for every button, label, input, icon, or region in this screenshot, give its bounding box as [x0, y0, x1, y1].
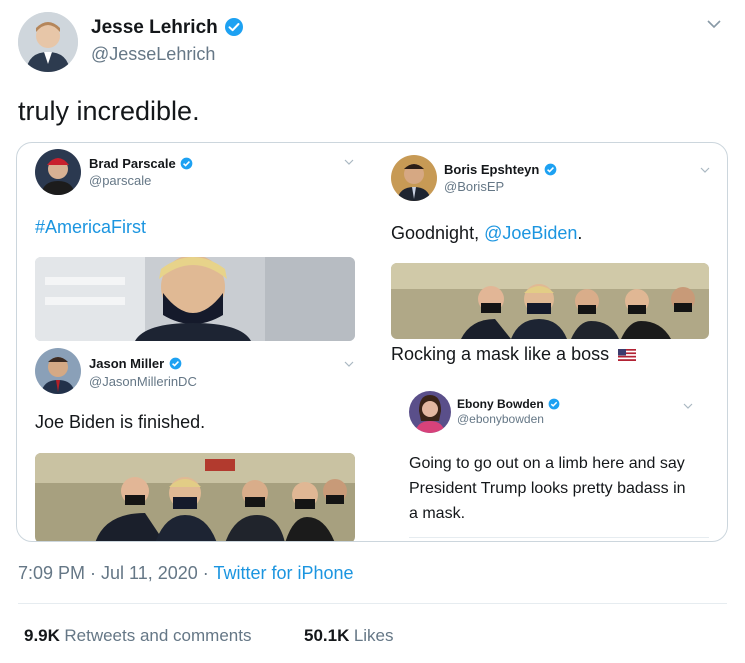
author-name[interactable]: Jesse Lehrich: [91, 17, 218, 38]
sub-name-row-bowden: Ebony Bowden: [457, 395, 560, 413]
sub-handle: @JasonMillerinDC: [89, 374, 197, 389]
likes-label: Likes: [353, 626, 394, 645]
photo-group-masks: [35, 453, 355, 541]
chevron-down-icon: [344, 357, 354, 371]
author-avatar[interactable]: [18, 12, 78, 72]
tweet-text: truly incredible.: [18, 96, 200, 126]
chevron-down-icon: [700, 163, 710, 177]
sub-avatar-miller: [35, 348, 81, 394]
sub-name-row-miller: Jason Miller: [89, 355, 182, 373]
sub-text-prefix: Goodnight,: [391, 223, 485, 243]
sub-name: Brad Parscale: [89, 156, 176, 171]
source-link[interactable]: Twitter for iPhone: [213, 563, 353, 583]
sub-handle: @parscale: [89, 173, 152, 188]
retweets-count: 9.9K: [24, 626, 60, 645]
author-handle[interactable]: @JesseLehrich: [91, 44, 215, 65]
retweets-stat[interactable]: 9.9K Retweets and comments: [24, 626, 251, 646]
photo-trump-mask: [35, 257, 355, 341]
chevron-down-icon[interactable]: [706, 14, 722, 35]
sub-text-line: a mask.: [409, 505, 466, 522]
sub-text-suffix: .: [577, 223, 583, 243]
sub-name-row-epshteyn: Boris Epshteyn: [444, 161, 557, 179]
chevron-down-icon: [683, 399, 693, 413]
sub-avatar-epshteyn: [391, 155, 437, 201]
timestamp[interactable]: 7:09 PM · Jul 11, 2020 ·: [18, 563, 213, 583]
divider: [18, 603, 727, 604]
likes-count: 50.1K: [304, 626, 350, 645]
sub-text: Goodnight, @JoeBiden.: [391, 223, 582, 244]
sub-text-line: Going to go out on a limb here and say: [409, 455, 685, 472]
sub-text-line: President Trump looks pretty badass in: [409, 480, 686, 497]
sub-name-row-parscale: Brad Parscale: [89, 155, 193, 173]
divider: [409, 537, 709, 538]
verified-badge-icon: [180, 157, 193, 170]
sub-name: Jason Miller: [89, 356, 165, 371]
verified-badge-icon: [169, 357, 181, 370]
tweet-image[interactable]: Brad Parscale @parscale #AmericaFirst Ja…: [16, 142, 728, 542]
sub-text: Rocking a mask like a boss: [391, 344, 637, 365]
sub-text-bowden: Going to go out on a limb here and say P…: [409, 451, 686, 526]
author-name-row[interactable]: Jesse Lehrich: [91, 17, 244, 41]
retweets-label: Retweets and comments: [64, 626, 252, 645]
verified-badge-icon: [548, 398, 560, 410]
sub-text: Joe Biden is finished.: [35, 412, 206, 432]
photo-boss-group: [391, 263, 709, 339]
sub-text-boss: Rocking a mask like a boss: [391, 344, 610, 364]
sub-name: Ebony Bowden: [457, 397, 544, 411]
tweet-meta: 7:09 PM · Jul 11, 2020 · Twitter for iPh…: [18, 563, 354, 584]
chevron-down-icon: [344, 155, 354, 169]
sub-handle: @BorisEP: [444, 179, 505, 194]
sub-avatar-bowden: [409, 391, 451, 433]
sub-name: Boris Epshteyn: [444, 162, 540, 177]
mention-link: @JoeBiden: [484, 223, 578, 243]
sub-avatar-parscale: [35, 149, 81, 195]
verified-badge-icon: [544, 163, 557, 176]
sub-handle: @ebonybowden: [457, 412, 544, 426]
verified-badge-icon: [225, 18, 244, 37]
likes-stat[interactable]: 50.1K Likes: [304, 626, 394, 646]
sub-hashtag: #AmericaFirst: [35, 217, 147, 237]
us-flag-icon: [618, 349, 637, 362]
